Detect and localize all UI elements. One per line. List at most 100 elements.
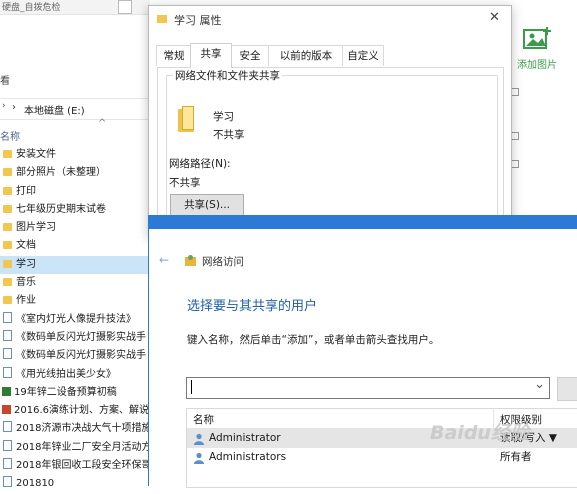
share-state: 不共享 [213, 129, 245, 141]
share-button[interactable]: 共享(S)... [170, 194, 244, 216]
table-row[interactable]: Administrators 所有者 [187, 448, 577, 467]
add-button[interactable] [557, 377, 577, 401]
file-explorer-window: 硬盘_自拨危检 看 › › 本地磁盘 (E:) 名称 ^ 安装文件 部分照片（未整… [0, 0, 160, 489]
folder-list-item[interactable]: 部分照片（未整理） [0, 164, 150, 182]
file-list-item[interactable]: 2016.6演练计划、方案、解说 [0, 402, 150, 420]
watermark: Baidu经验 [430, 422, 529, 444]
network-access-icon [185, 255, 197, 267]
folder-list-item[interactable]: 安装文件 [0, 146, 150, 164]
file-name: 音乐 [16, 277, 36, 289]
document-icon [3, 329, 12, 341]
document-icon [3, 311, 12, 323]
dialog-title: 学习 属性 [174, 14, 222, 27]
network-path-label: 网络路径(N): [169, 158, 231, 170]
spreadsheet-icon [2, 386, 11, 396]
file-list-item[interactable]: 《数码单反闪光灯摄影实战手 [0, 329, 150, 347]
file-name: 图片学习 [16, 222, 56, 234]
column-header-name[interactable]: 名称 [193, 412, 214, 427]
document-icon [3, 348, 12, 360]
file-name: 2016.6演练计划、方案、解说 [14, 405, 149, 417]
user-name: Administrator [209, 432, 281, 444]
close-icon[interactable]: ✕ [489, 10, 500, 25]
file-list-item[interactable]: 《数码单反闪光灯摄影实战手 [0, 347, 150, 365]
file-list-item[interactable]: 201810 [0, 475, 150, 493]
chevron-down-icon[interactable]: ⌄ [534, 377, 545, 392]
file-name: 学习 [16, 258, 36, 270]
share-group-box: 网络文件和文件夹共享 学习 不共享 网络路径(N): 不共享 共享(S)... [166, 68, 498, 237]
folder-icon [3, 259, 12, 268]
folder-list-item[interactable]: 作业 [0, 292, 150, 310]
add-picture-label[interactable]: 添加图片 [517, 56, 557, 71]
document-icon [3, 439, 12, 451]
folder-list-item[interactable]: 音乐 [0, 274, 150, 292]
network-path-value: 不共享 [169, 177, 201, 189]
folder-icon [3, 278, 12, 287]
address-text: 本地磁盘 (E:) [24, 106, 85, 117]
folder-icon [3, 150, 12, 158]
document-icon [3, 366, 12, 378]
folder-icon [3, 241, 12, 250]
file-name: 作业 [16, 295, 36, 307]
user-icon [193, 433, 204, 445]
folder-properties-dialog: 学习 属性 ✕ 常规 共享 安全 以前的版本 自定义 网络文件和文件夹共享 学习… [148, 5, 512, 238]
file-list-item[interactable]: 19年锌二设备预算初稿 [0, 384, 150, 402]
file-list-item[interactable]: 2018济源市决战大气十项措施 [0, 420, 150, 438]
tab-general[interactable]: 常规 [156, 45, 192, 66]
file-name: 安装文件 [16, 149, 56, 160]
permission-level[interactable]: 所有者 [500, 448, 532, 467]
tab-sharing[interactable]: 共享 [190, 43, 232, 68]
user-icon [193, 452, 204, 464]
file-name: 《数码单反闪光灯摄影实战手 [16, 331, 146, 343]
chevron-right-icon: › [12, 102, 16, 113]
column-header-name[interactable]: 名称 [0, 128, 20, 143]
file-name: 2018济源市决战大气十项措施 [16, 423, 150, 435]
presentation-icon [2, 405, 11, 415]
address-bar[interactable]: › › 本地磁盘 (E:) [0, 98, 155, 120]
pane-label: 看 [0, 76, 10, 87]
file-list-item[interactable]: 《室内灯光人像提升技法》 [0, 311, 150, 329]
checkbox-icon[interactable] [511, 88, 519, 96]
file-name: 2018年锌业二厂安全月活动方 [16, 441, 150, 453]
folder-icon [3, 223, 12, 232]
folder-list-item[interactable]: 学习 [0, 255, 150, 275]
dialog-title: 网络访问 [202, 256, 244, 268]
tab-previous-versions[interactable]: 以前的版本 [268, 45, 344, 66]
file-name: 部分照片（未整理） [16, 167, 106, 179]
document-icon [3, 421, 12, 433]
file-name: 《数码单反闪光灯摄影实战手 [16, 350, 146, 362]
file-name: 文档 [16, 240, 36, 252]
file-list-item[interactable]: 2018年银回收工段安全环保哥 [0, 457, 150, 475]
folder-icon [3, 204, 12, 213]
checkbox-icon[interactable] [511, 160, 519, 168]
folder-icon [3, 168, 12, 177]
folder-icon [3, 186, 12, 195]
tab-customize[interactable]: 自定义 [342, 45, 384, 66]
folder-icon [178, 106, 194, 132]
file-name: 2018年银回收工段安全环保哥 [16, 460, 150, 472]
folder-list-item[interactable]: 图片学习 [0, 219, 150, 237]
file-list-item[interactable]: 2018年锌业二厂安全月活动方 [0, 439, 150, 457]
user-name-input[interactable]: ⌄ [186, 377, 550, 399]
sharing-tab-panel: 网络文件和文件夹共享 学习 不共享 网络路径(N): 不共享 共享(S)... [157, 67, 504, 238]
folder-list-item[interactable]: 七年级历史期末试卷 [0, 201, 150, 219]
file-name: 《室内灯光人像提升技法》 [16, 313, 136, 325]
file-name: 打印 [16, 185, 36, 197]
file-name: 19年锌二设备预算初稿 [14, 386, 117, 398]
add-picture-icon[interactable] [520, 26, 552, 52]
back-arrow-icon[interactable]: ← [159, 253, 169, 267]
folder-list-item[interactable]: 文档 [0, 237, 150, 255]
explorer-title-bar: 硬盘_自拨危检 [0, 0, 150, 15]
document-icon [3, 458, 12, 470]
chevron-right-icon[interactable]: › [2, 101, 6, 111]
file-list-item[interactable]: 《用光线拍出美少女》 [0, 366, 150, 384]
folder-list-item[interactable]: 打印 [0, 183, 150, 201]
window-control-icon[interactable] [118, 0, 132, 14]
checkbox-icon[interactable] [511, 132, 519, 140]
file-list: 安装文件部分照片（未整理） 打印七年级历史期末试卷图片学习文档学习音乐作业《室内灯… [0, 146, 150, 494]
folder-icon [157, 15, 167, 23]
tab-security[interactable]: 安全 [230, 45, 270, 66]
page-heading: 选择要与其共享的用户 [187, 299, 318, 314]
file-name: 201810 [16, 478, 55, 490]
instruction-text: 键入名称，然后单击“添加”，或者单击箭头查找用户。 [187, 334, 440, 346]
dialog-title-strip [149, 215, 577, 229]
